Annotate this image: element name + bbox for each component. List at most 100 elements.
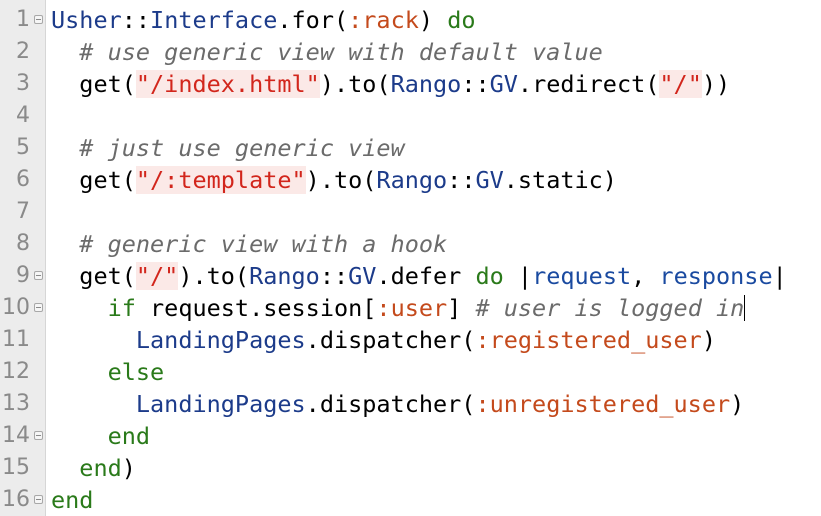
code-text: get( [51,70,136,98]
code-text: ] [447,294,476,322]
fold-toggle-icon[interactable] [34,495,43,504]
line-number: 12 [2,359,30,384]
code-line[interactable]: end) [46,452,821,484]
constant-token: Rango [390,70,462,98]
code-line[interactable] [46,100,821,132]
code-text: | [503,262,533,290]
code-text: .static) [503,166,617,194]
gutter-row: 9 [0,260,45,292]
code-line[interactable]: end [46,420,821,452]
gutter-row: 14 [0,420,45,452]
string-token: "/" [659,70,702,98]
code-text: get( [51,262,136,290]
symbol-token: :rack [348,6,419,34]
gutter-row: 11 [0,324,45,356]
fold-toggle-icon[interactable] [34,15,43,24]
line-number: 16 [2,487,30,512]
code-line[interactable]: LandingPages.dispatcher(:unregistered_us… [46,388,821,420]
code-text: .defer [376,262,476,290]
keyword-token: end [79,454,122,482]
code-line[interactable]: end [46,484,821,516]
gutter-row: 1 [0,4,45,36]
code-line[interactable]: else [46,356,821,388]
line-number: 2 [16,39,30,64]
code-line[interactable]: if request.session[:user] # user is logg… [46,292,821,324]
symbol-token: :registered_user [475,326,702,354]
constant-token: LandingPages [135,390,306,418]
code-text-area[interactable]: Usher::Interface.for(:rack) do # use gen… [46,0,821,516]
code-line-content: Usher::Interface.for(:rack) do [51,4,475,36]
gutter-row: 10 [0,292,45,324]
code-line[interactable]: # generic view with a hook [46,228,821,260]
line-number-gutter: 1 2 3 4 5 6 7 8 9 10 11 12 13 14 15 16 [0,0,46,516]
code-line[interactable]: # just use generic view [46,132,821,164]
code-line-content: LandingPages.dispatcher(:registered_user… [51,324,716,356]
code-line[interactable] [46,196,821,228]
code-line-content: else [51,356,165,388]
code-line-content: get("/:template").to(Rango::GV.static) [51,164,617,196]
code-text: , [631,262,660,290]
code-line[interactable]: get("/:template").to(Rango::GV.static) [46,164,821,196]
keyword-token: end [51,486,94,514]
code-text: :: [461,70,490,98]
code-line-content: # just use generic view [51,132,405,164]
gutter-row: 16 [0,484,45,516]
block-variable-token: response [659,262,773,290]
code-line[interactable]: get("/index.html").to(Rango::GV.redirect… [46,68,821,100]
code-line-content: LandingPages.dispatcher(:unregistered_us… [51,388,744,420]
line-number: 4 [16,103,30,128]
line-number: 10 [2,295,30,320]
fold-toggle-icon[interactable] [34,303,43,312]
gutter-row: 15 [0,452,45,484]
gutter-row: 5 [0,132,45,164]
block-variable-token: request [532,262,632,290]
code-line[interactable]: # use generic view with default value [46,36,821,68]
line-number: 1 [16,7,30,32]
gutter-row: 2 [0,36,45,68]
keyword-token: do [475,262,504,290]
code-text: ) [418,6,448,34]
code-text: ).to( [178,262,250,290]
keyword-token: do [447,6,476,34]
code-text: ) [730,390,745,418]
code-line[interactable]: LandingPages.dispatcher(:registered_user… [46,324,821,356]
line-number: 9 [16,263,30,288]
keyword-token: if [107,294,136,322]
code-line[interactable]: get("/").to(Rango::GV.defer do |request,… [46,260,821,292]
fold-toggle-icon[interactable] [34,431,43,440]
gutter-row: 4 [0,100,45,132]
code-editor[interactable]: 1 2 3 4 5 6 7 8 9 10 11 12 13 14 15 16 Usher::Interface… [0,0,821,516]
comment-token: # generic view with a hook [79,230,448,258]
code-text: .dispatcher( [305,390,476,418]
line-number: 14 [2,423,30,448]
constant-token: GV [348,262,377,290]
code-line-content: end) [51,452,136,484]
gutter-row: 13 [0,388,45,420]
gutter-row: 8 [0,228,45,260]
comment-token: # just use generic view [79,134,405,162]
code-text: request.session[ [135,294,377,322]
code-line-content: end [51,484,93,516]
gutter-row: 3 [0,68,45,100]
comment-token: # use generic view with default value [79,38,603,66]
comment-token: # user is logged in [475,294,745,322]
line-number: 11 [2,327,30,352]
code-text: ) [701,326,716,354]
keyword-token: end [107,422,151,450]
code-text: :: [121,6,151,34]
constant-token: Rango [376,166,448,194]
line-number: 13 [2,391,30,416]
fold-toggle-icon[interactable] [34,271,43,280]
code-text: ).to( [319,70,391,98]
line-number: 7 [16,199,30,224]
constant-token: Interface [150,6,278,34]
code-line-content: if request.session[:user] # user is logg… [51,292,746,324]
code-text: .dispatcher( [305,326,476,354]
code-line[interactable]: Usher::Interface.for(:rack) do [46,4,821,36]
constant-token: LandingPages [135,326,306,354]
gutter-row: 6 [0,164,45,196]
